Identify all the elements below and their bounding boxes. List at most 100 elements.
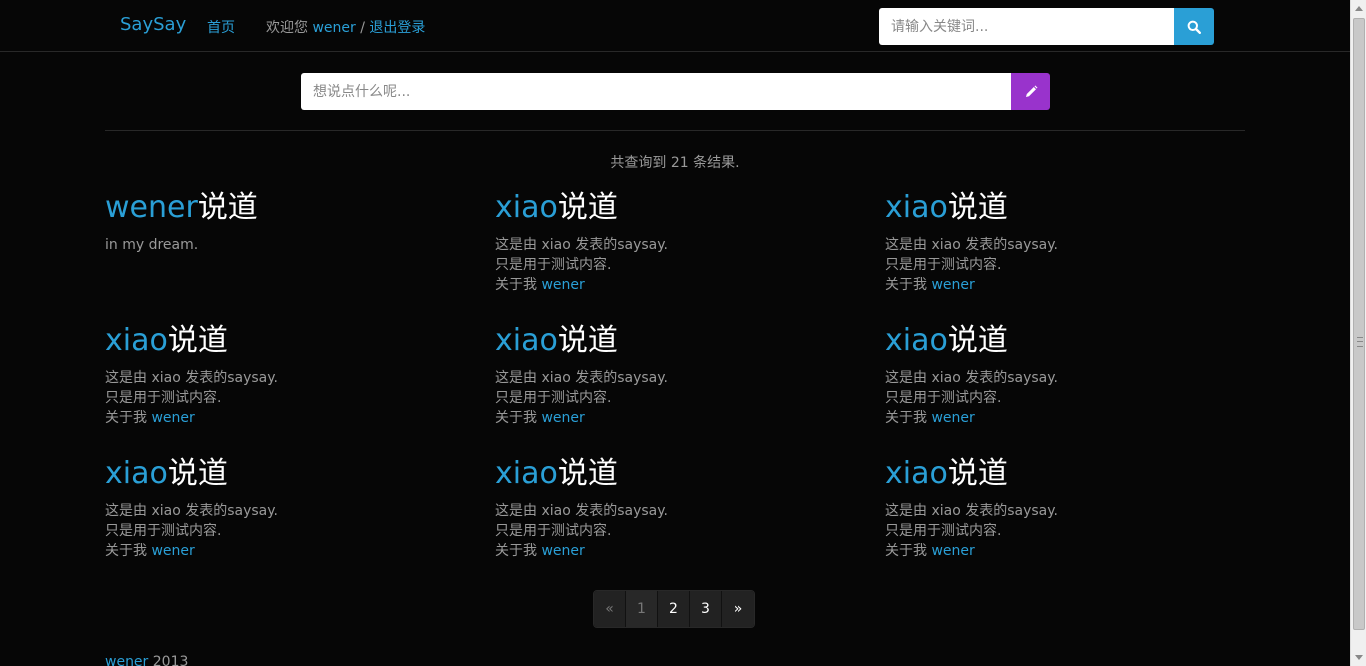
page-3[interactable]: 3 xyxy=(690,591,722,627)
card-title-suffix: 说道 xyxy=(197,190,258,225)
card-title-suffix: 说道 xyxy=(557,190,618,225)
card-about-link[interactable]: wener xyxy=(541,543,584,559)
card-line: 只是用于测试内容. xyxy=(105,390,222,406)
card-line: 只是用于测试内容. xyxy=(885,523,1002,539)
pencil-icon xyxy=(1025,85,1037,97)
card-body: 这是由 xiao 发表的saysay. 只是用于测试内容. 关于我 wener xyxy=(885,368,1265,428)
card-title-suffix: 说道 xyxy=(557,456,618,491)
card-user-link[interactable]: xiao xyxy=(495,190,558,225)
say-card: wener说道 in my dream. xyxy=(105,193,485,255)
card-user-link[interactable]: xiao xyxy=(495,456,558,491)
card-title: xiao说道 xyxy=(105,459,485,489)
post-form xyxy=(301,73,1050,110)
scroll-up-arrow-icon[interactable] xyxy=(1355,6,1363,11)
card-about-link[interactable]: wener xyxy=(931,543,974,559)
scroll-down-arrow-icon[interactable] xyxy=(1355,655,1363,660)
card-title-suffix: 说道 xyxy=(167,456,228,491)
card-line: 只是用于测试内容. xyxy=(105,523,222,539)
card-line: 这是由 xiao 发表的saysay. xyxy=(105,370,278,386)
card-user-link[interactable]: xiao xyxy=(105,456,168,491)
brand-link[interactable]: SaySay xyxy=(120,14,186,35)
card-body: in my dream. xyxy=(105,235,485,255)
page-next[interactable]: » xyxy=(722,591,754,627)
card-line: 只是用于测试内容. xyxy=(495,257,612,273)
card-body: 这是由 xiao 发表的saysay. 只是用于测试内容. 关于我 wener xyxy=(105,501,485,561)
say-card: xiao说道这是由 xiao 发表的saysay. 只是用于测试内容. 关于我 we… xyxy=(105,326,485,428)
card-user-link[interactable]: xiao xyxy=(885,323,948,358)
card-line: 只是用于测试内容. xyxy=(495,523,612,539)
card-user-link[interactable]: xiao xyxy=(495,323,558,358)
card-title: xiao说道 xyxy=(885,326,1265,356)
search-icon xyxy=(1187,20,1201,34)
card-about-prefix: 关于我 xyxy=(495,410,542,426)
card-about-link[interactable]: wener xyxy=(931,410,974,426)
card-user-link[interactable]: xiao xyxy=(885,456,948,491)
card-body: 这是由 xiao 发表的saysay. 只是用于测试内容. 关于我 wener xyxy=(495,501,875,561)
result-count: 共查询到 21 条结果. xyxy=(610,155,740,171)
separator: / xyxy=(355,20,370,36)
card-about-prefix: 关于我 xyxy=(495,543,542,559)
card-line: 这是由 xiao 发表的saysay. xyxy=(495,503,668,519)
card-title-suffix: 说道 xyxy=(947,323,1008,358)
card-about: 关于我 wener xyxy=(885,541,1265,561)
post-button[interactable] xyxy=(1011,73,1050,110)
scroll-thumb[interactable] xyxy=(1353,18,1365,630)
footer-year: 2013 xyxy=(148,654,189,666)
card-about-prefix: 关于我 xyxy=(885,543,932,559)
pagination: « 1 2 3 » xyxy=(593,590,755,628)
say-card: xiao说道这是由 xiao 发表的saysay. 只是用于测试内容. 关于我 we… xyxy=(495,326,875,428)
card-body: 这是由 xiao 发表的saysay. 只是用于测试内容. 关于我 wener xyxy=(885,235,1265,295)
footer-author-link[interactable]: wener xyxy=(105,654,148,666)
card-title: xiao说道 xyxy=(495,193,875,223)
card-about: 关于我 wener xyxy=(885,408,1265,428)
card-line: 这是由 xiao 发表的saysay. xyxy=(885,370,1058,386)
card-line: 这是由 xiao 发表的saysay. xyxy=(495,370,668,386)
card-title: wener说道 xyxy=(105,193,485,223)
search-button[interactable] xyxy=(1174,8,1214,45)
card-title: xiao说道 xyxy=(495,326,875,356)
card-title-suffix: 说道 xyxy=(947,456,1008,491)
post-input[interactable] xyxy=(301,73,1011,110)
page-prev[interactable]: « xyxy=(594,591,626,627)
say-card: xiao说道这是由 xiao 发表的saysay. 只是用于测试内容. 关于我 we… xyxy=(495,459,875,561)
card-about: 关于我 wener xyxy=(495,408,875,428)
card-line: 只是用于测试内容. xyxy=(495,390,612,406)
page-1[interactable]: 1 xyxy=(626,591,658,627)
card-line: 这是由 xiao 发表的saysay. xyxy=(885,503,1058,519)
card-about-link[interactable]: wener xyxy=(541,410,584,426)
say-card: xiao说道 这是由 xiao 发表的saysay. 只是用于测试内容. 关于我 we… xyxy=(885,193,1265,295)
card-about-link[interactable]: wener xyxy=(151,410,194,426)
card-about-prefix: 关于我 xyxy=(495,277,542,293)
card-user-link[interactable]: xiao xyxy=(885,190,948,225)
card-title: xiao说道 xyxy=(105,326,485,356)
search-group xyxy=(879,8,1214,45)
welcome-prefix: 欢迎您 xyxy=(266,20,313,36)
card-title: xiao说道 xyxy=(885,459,1265,489)
page-2[interactable]: 2 xyxy=(658,591,690,627)
card-line: 这是由 xiao 发表的saysay. xyxy=(105,503,278,519)
card-line: 只是用于测试内容. xyxy=(885,390,1002,406)
divider xyxy=(105,130,1245,131)
username-link[interactable]: wener xyxy=(312,20,355,36)
card-about: 关于我 wener xyxy=(105,541,485,561)
logout-link[interactable]: 退出登录 xyxy=(369,20,425,36)
card-about: 关于我 wener xyxy=(495,541,875,561)
card-user-link[interactable]: wener xyxy=(105,190,198,225)
say-card: xiao说道这是由 xiao 发表的saysay. 只是用于测试内容. 关于我 we… xyxy=(105,459,485,561)
card-line: in my dream. xyxy=(105,237,199,253)
say-card: xiao说道这是由 xiao 发表的saysay. 只是用于测试内容. 关于我 we… xyxy=(495,193,875,295)
card-about-link[interactable]: wener xyxy=(931,277,974,293)
card-line: 这是由 xiao 发表的saysay. xyxy=(495,237,668,253)
card-about-prefix: 关于我 xyxy=(105,410,152,426)
vertical-scrollbar[interactable] xyxy=(1350,0,1366,666)
card-user-link[interactable]: xiao xyxy=(105,323,168,358)
card-about-link[interactable]: wener xyxy=(541,277,584,293)
card-about-prefix: 关于我 xyxy=(885,277,932,293)
say-card: xiao说道这是由 xiao 发表的saysay. 只是用于测试内容. 关于我 we… xyxy=(885,459,1265,561)
welcome-text: 欢迎您 wener / 退出登录 xyxy=(266,17,425,37)
search-input[interactable] xyxy=(879,8,1174,45)
card-body: 这是由 xiao 发表的saysay. 只是用于测试内容. 关于我 wener xyxy=(495,235,875,295)
nav-home-link[interactable]: 首页 xyxy=(207,17,235,37)
card-body: 这是由 xiao 发表的saysay. 只是用于测试内容. 关于我 wener xyxy=(105,368,485,428)
card-about-link[interactable]: wener xyxy=(151,543,194,559)
